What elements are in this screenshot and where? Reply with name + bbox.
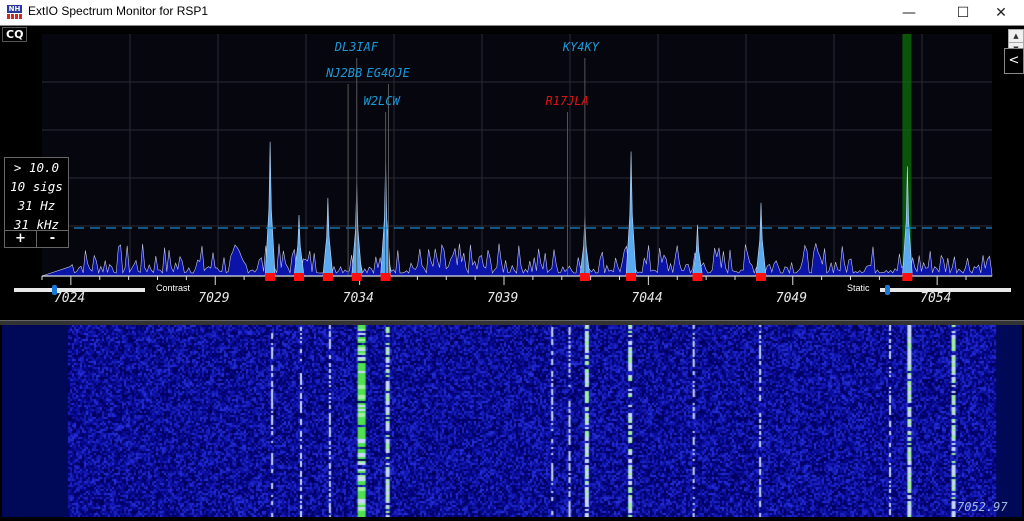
signal-marker [579, 273, 590, 281]
signal-marker [293, 273, 304, 281]
scroll-up-button[interactable]: ▲ [1008, 29, 1024, 43]
signal-peak [264, 141, 276, 277]
frequency-readout: 7052.97 [957, 500, 1008, 514]
callsign-label: NJ2BB [325, 66, 362, 80]
callsign-label: KY4KY [562, 40, 600, 54]
chevron-left-icon: < [1008, 53, 1020, 68]
signal-marker [380, 273, 391, 281]
signal-peak [692, 224, 703, 277]
contrast-slider[interactable] [14, 285, 145, 295]
arrow-up-icon: ▲ [1013, 32, 1019, 40]
contrast-slider-thumb[interactable] [51, 285, 57, 295]
signal-peak [322, 197, 334, 277]
static-slider-thumb[interactable] [885, 285, 891, 295]
threshold-value: > 10.0 [13, 160, 60, 175]
callsign-label: R17JLA [546, 94, 589, 108]
x-tick-label: 7039 [487, 291, 518, 306]
title-bar: NH ExtIO Spectrum Monitor for RSP1 — ☐ ✕ [0, 0, 1024, 26]
spectrum-chart: DL3IAF KY4KY NJ2BB EG4OJE R17JLA W2LCW 7024 702… [41, 34, 993, 306]
app-icon: NH [7, 5, 22, 19]
waterfall-canvas [2, 325, 1022, 517]
spectrum-panel: DL3IAF KY4KY NJ2BB EG4OJE R17JLA W2LCW 7024 702… [0, 26, 1024, 306]
x-tick-label: 7024 [54, 291, 85, 306]
threshold-stepper: + - [4, 230, 69, 248]
collapse-panel-button[interactable]: < [1004, 48, 1024, 74]
x-tick-label: 7029 [198, 291, 229, 306]
signal-marker [626, 273, 637, 281]
signal-marker [322, 273, 333, 281]
x-tick-label: 7049 [776, 291, 807, 306]
signal-peak [293, 214, 305, 277]
static-slider[interactable] [880, 285, 1011, 295]
signal-count: 10 sigs [10, 179, 63, 194]
maximize-icon: ☐ [956, 4, 970, 21]
signal-peak [625, 151, 637, 277]
signal-marker [692, 273, 703, 281]
cq-button[interactable]: CQ [2, 27, 28, 42]
x-tick-label: 7054 [920, 291, 951, 306]
increase-button[interactable]: + [5, 231, 37, 247]
minimize-button[interactable]: — [886, 0, 932, 25]
noise-floor [41, 243, 993, 277]
close-button[interactable]: ✕ [978, 0, 1024, 25]
static-label: Static [847, 283, 870, 293]
waterfall-display[interactable] [2, 325, 1022, 517]
x-tick-label: 7034 [343, 291, 374, 306]
info-box: > 10.0 10 sigs 31 Hz 31 kHz [4, 157, 69, 235]
signal-marker [351, 273, 362, 281]
signal-marker [265, 273, 276, 281]
window-title: ExtIO Spectrum Monitor for RSP1 [28, 4, 209, 18]
signal-peak [755, 202, 767, 277]
resolution-value: 31 Hz [17, 198, 56, 213]
callsign-label: W2LCW [364, 94, 402, 108]
callsign-label: EG4OJE [367, 66, 411, 80]
x-tick-label: 7044 [631, 291, 662, 306]
spectrum-plot[interactable]: DL3IAF KY4KY NJ2BB EG4OJE R17JLA W2LCW 7024 702… [41, 34, 993, 306]
signal-marker [902, 273, 913, 281]
minimize-icon: — [902, 4, 916, 21]
decrease-button[interactable]: - [37, 231, 68, 247]
contrast-label: Contrast [156, 283, 191, 293]
callsign-label: DL3IAF [334, 40, 379, 54]
close-icon: ✕ [995, 4, 1007, 21]
signal-marker [755, 273, 766, 281]
